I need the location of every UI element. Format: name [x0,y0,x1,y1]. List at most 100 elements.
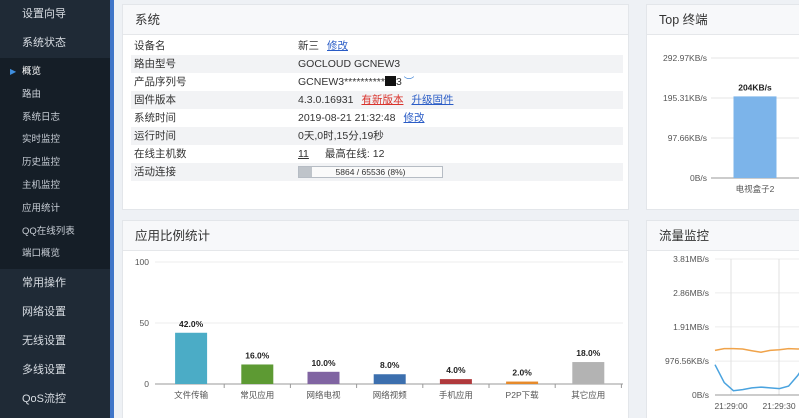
sidebar-item-qos[interactable]: QoS流控 [0,385,114,414]
y-tick-label: 100 [135,257,149,267]
bar [241,364,274,384]
flow-monitor-chart: 3.81MB/s 2.86MB/s 1.91MB/s 976.56KB/s 0B/s 21… [665,254,799,411]
data-label: 18.0% [576,348,601,358]
device-name-value: 新三 [298,40,319,52]
app-stats-panel: 应用比例统计 100 50 0 42.0% 文件传输 16.0% 常见应用 10.0% 网络电视… [122,220,629,418]
y-tick-label: 50 [140,318,150,328]
data-label: 8.0% [380,360,400,370]
sidebar-item-network-settings[interactable]: 网络设置 [0,298,114,327]
x-tick-label: 其它应用 [571,390,605,400]
data-label: 4.0% [446,365,466,375]
sidebar-item-system-status[interactable]: 系统状态 [0,29,114,58]
flow-monitor-panel: 流量监控 3.81MB/s 2.86MB/s 1.91MB/s 976.56KB/s 0… [646,220,799,418]
row-serial: 产品序列号 GCNEW3********** 3 ︶ [131,73,623,91]
edit-time-link[interactable]: 修改 [404,112,425,124]
online-hosts-label: 在线主机数 [134,148,187,160]
top-terminal-chart: 292.97KB/s 195.31KB/s 97.66KB/s 0B/s 204KB/s… [663,53,799,194]
sidebar-item-common-ops[interactable]: 常用操作 [0,269,114,298]
sidebar-item-setup-wizard[interactable]: 设置向导 [0,0,114,29]
x-tick-label: 手机应用 [439,390,473,400]
firmware-label: 固件版本 [134,94,176,106]
bar [439,379,472,384]
top-terminal-title: Top 终端 [647,5,799,35]
data-label: 16.0% [245,350,270,360]
y-tick-label: 292.97KB/s [663,53,707,63]
row-device-name: 设备名 新三 修改 [131,37,623,55]
max-online-value: 12 [372,148,385,160]
sidebar: 设置向导 系统状态 ▶ 概览 路由 系统日志 实时监控 历史监控 主机监控 应用统… [0,0,114,418]
bar [175,332,208,384]
bar [733,96,777,178]
sidebar-item-qq-online[interactable]: QQ在线列表 [0,221,114,244]
app-stats-chart: 100 50 0 42.0% 文件传输 16.0% 常见应用 10.0% 网络电视 8.0% 网络视… [135,257,623,400]
bar [506,381,539,384]
new-version-link[interactable]: 有新版本 [361,94,403,106]
row-system-time: 系统时间 2019-08-21 21:32:48 修改 [131,109,623,127]
system-panel-title: 系统 [123,5,628,35]
y-tick-label: 2.86MB/s [673,288,709,298]
y-tick-label: 195.31KB/s [663,93,707,103]
system-time-value-group: 2019-08-21 21:32:48 修改 [298,109,425,127]
flow-monitor-title: 流量监控 [647,221,799,251]
edit-device-name-link[interactable]: 修改 [327,40,348,52]
device-name-label: 设备名 [134,40,166,52]
sidebar-bottom-group: 常用操作 网络设置 无线设置 多线设置 QoS流控 [0,269,114,414]
x-tick-label: 网络视频 [373,390,408,400]
connections-progress-text: 5864 / 65536 (8%) [335,167,406,177]
uptime-value: 0天,0时,15分,19秒 [298,130,384,142]
serial-label: 产品序列号 [134,76,187,88]
model-label: 路由型号 [134,58,176,70]
upgrade-firmware-link[interactable]: 升级固件 [411,94,453,106]
firmware-value: 4.3.0.16931 [298,94,354,106]
active-connections-label: 活动连接 [134,166,176,178]
device-name-value-group: 新三 修改 [298,37,348,55]
row-active-connections: 活动连接 5864 / 65536 (8%) [131,163,623,181]
y-tick-label: 0B/s [692,390,709,400]
x-tick-label: 21:29:00 [714,401,747,411]
serial-tail: 3 [395,76,402,88]
online-hosts-value-group: 11 最高在线: 12 [298,145,384,163]
sidebar-item-multiline-settings[interactable]: 多线设置 [0,356,114,385]
sidebar-submenu: ▶ 概览 路由 系统日志 实时监控 历史监控 主机监控 应用统计 QQ在线列表 端… [0,58,114,270]
uptime-label: 运行时间 [134,130,176,142]
connections-progress-bar: 5864 / 65536 (8%) [298,166,443,178]
sidebar-item-port-overview[interactable]: 端口概览 [0,243,114,266]
sidebar-item-realtime-monitor[interactable]: 实时监控 [0,129,114,152]
sidebar-item-host-monitor[interactable]: 主机监控 [0,175,114,198]
online-hosts-link[interactable]: 11 [298,148,309,160]
sidebar-item-overview[interactable]: ▶ 概览 [0,61,114,84]
row-firmware: 固件版本 4.3.0.16931 有新版本 升级固件 [131,91,623,109]
app-stats-title: 应用比例统计 [123,221,628,251]
x-tick-label: P2P下载 [506,390,540,400]
sidebar-item-app-stats[interactable]: 应用统计 [0,198,114,221]
data-label: 10.0% [311,358,336,368]
x-tick-label: 文件传输 [174,390,209,400]
serial-value-group: GCNEW3********** 3 ︶ [298,73,414,91]
top-terminal-panel: Top 终端 292.97KB/s 195.31KB/s 97.66KB/s 0B/s… [646,4,799,210]
firmware-value-group: 4.3.0.16931 有新版本 升级固件 [298,91,453,109]
y-tick-label: 97.66KB/s [668,133,707,143]
x-tick-label: 21:29:30 [762,401,795,411]
sidebar-top-group: 设置向导 系统状态 [0,0,114,58]
y-tick-label: 1.91MB/s [673,322,709,332]
system-time-label: 系统时间 [134,112,176,124]
sidebar-item-wireless-settings[interactable]: 无线设置 [0,327,114,356]
y-tick-label: 3.81MB/s [673,254,709,264]
row-online-hosts: 在线主机数 11 最高在线: 12 [131,145,623,163]
squiggle-icon: ︶ [403,76,415,88]
system-time-value: 2019-08-21 21:32:48 [298,112,396,124]
y-tick-label: 976.56KB/s [665,356,709,366]
bar [373,374,406,384]
x-tick-label: 电视盒子2 [736,184,775,194]
series-line [714,364,799,392]
serial-value: GCNEW3********** [298,76,385,88]
max-online-label: 最高在线: [324,148,370,160]
sidebar-item-system-log[interactable]: 系统日志 [0,107,114,130]
x-tick-label: 常见应用 [240,390,274,400]
sidebar-item-history-monitor[interactable]: 历史监控 [0,152,114,175]
sidebar-item-route[interactable]: 路由 [0,84,114,107]
row-model: 路由型号 GOCLOUD GCNEW3 [131,55,623,73]
sidebar-item-label: 概览 [22,66,42,77]
data-label: 42.0% [179,319,204,329]
y-tick-label: 0 [144,379,149,389]
